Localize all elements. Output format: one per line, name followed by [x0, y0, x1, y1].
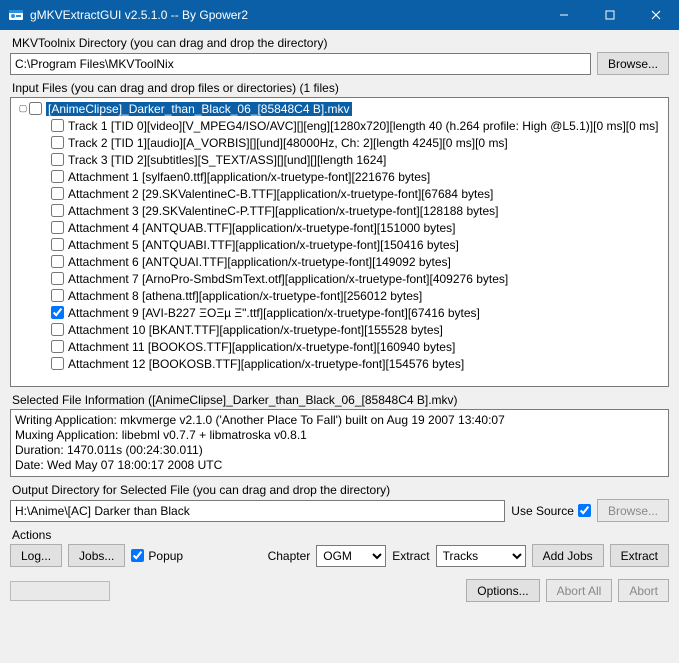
- tree-item-label: Track 3 [TID 2][subtitles][S_TEXT/ASS][]…: [68, 153, 386, 167]
- mkvtoolnix-path-input[interactable]: [10, 53, 591, 75]
- chapter-label: Chapter: [268, 549, 311, 563]
- app-icon: [8, 7, 24, 23]
- input-files-group: Input Files (you can drag and drop files…: [10, 81, 669, 387]
- log-button[interactable]: Log...: [10, 544, 62, 567]
- tree-item-checkbox[interactable]: [51, 153, 64, 166]
- tree-item-label: Track 1 [TID 0][video][V_MPEG4/ISO/AVC][…: [68, 119, 658, 133]
- use-source-checkbox[interactable]: [578, 504, 591, 517]
- mkvtoolnix-label: MKVToolnix Directory (you can drag and d…: [10, 36, 669, 50]
- use-source-checkbox-label[interactable]: Use Source: [511, 504, 591, 518]
- tree-item[interactable]: Attachment 3 [29.SKValentineC-P.TTF][app…: [15, 202, 668, 219]
- tree-item-checkbox[interactable]: [51, 357, 64, 370]
- tree-item-label: Attachment 2 [29.SKValentineC-B.TTF][app…: [68, 187, 493, 201]
- tree-item[interactable]: Track 1 [TID 0][video][V_MPEG4/ISO/AVC][…: [15, 117, 668, 134]
- tree-item-label: Attachment 9 [AVI-B227 ΞΟΞµ Ξ".ttf][appl…: [68, 306, 480, 320]
- tree-item-checkbox[interactable]: [51, 255, 64, 268]
- tree-root-node[interactable]: ▢ [AnimeClipse]_Darker_than_Black_06_[85…: [15, 100, 668, 117]
- popup-checkbox-label[interactable]: Popup: [131, 549, 183, 563]
- tree-item-checkbox[interactable]: [51, 289, 64, 302]
- input-tree[interactable]: ▢ [AnimeClipse]_Darker_than_Black_06_[85…: [10, 97, 669, 387]
- abort-all-button[interactable]: Abort All: [546, 579, 613, 602]
- tree-item[interactable]: Attachment 9 [AVI-B227 ΞΟΞµ Ξ".ttf][appl…: [15, 304, 668, 321]
- tree-item-label: Attachment 8 [athena.ttf][application/x-…: [68, 289, 422, 303]
- file-info-line: Date: Wed May 07 18:00:17 2008 UTC: [15, 458, 664, 473]
- tree-root-label[interactable]: [AnimeClipse]_Darker_than_Black_06_[8584…: [46, 102, 352, 116]
- file-info-box: Writing Application: mkvmerge v2.1.0 ('A…: [10, 409, 669, 477]
- maximize-button[interactable]: [587, 0, 633, 30]
- tree-item[interactable]: Attachment 5 [ANTQUABI.TTF][application/…: [15, 236, 668, 253]
- collapse-icon[interactable]: ▢: [17, 103, 29, 114]
- tree-item[interactable]: Track 3 [TID 2][subtitles][S_TEXT/ASS][]…: [15, 151, 668, 168]
- tree-item[interactable]: Attachment 4 [ANTQUAB.TTF][application/x…: [15, 219, 668, 236]
- tree-item-label: Attachment 5 [ANTQUABI.TTF][application/…: [68, 238, 459, 252]
- close-button[interactable]: [633, 0, 679, 30]
- tree-item[interactable]: Attachment 8 [athena.ttf][application/x-…: [15, 287, 668, 304]
- tree-item[interactable]: Track 2 [TID 1][audio][A_VORBIS][][und][…: [15, 134, 668, 151]
- status-bar: Options... Abort All Abort: [0, 573, 679, 608]
- file-info-line: Muxing Application: libebml v0.7.7 + lib…: [15, 428, 664, 443]
- tree-item-checkbox[interactable]: [51, 170, 64, 183]
- tree-item-label: Attachment 7 [ArnoPro-SmbdSmText.otf][ap…: [68, 272, 508, 286]
- output-group: Output Directory for Selected File (you …: [10, 483, 669, 522]
- tree-item-label: Attachment 10 [BKANT.TTF][application/x-…: [68, 323, 443, 337]
- tree-item-checkbox[interactable]: [51, 306, 64, 319]
- add-jobs-button[interactable]: Add Jobs: [532, 544, 604, 567]
- tree-item-checkbox[interactable]: [51, 323, 64, 336]
- output-browse-button[interactable]: Browse...: [597, 499, 669, 522]
- tree-item-label: Attachment 6 [ANTQUAI.TTF][application/x…: [68, 255, 451, 269]
- tree-item-label: Attachment 3 [29.SKValentineC-P.TTF][app…: [68, 204, 498, 218]
- jobs-button[interactable]: Jobs...: [68, 544, 125, 567]
- file-info-line: Duration: 1470.011s (00:24:30.011): [15, 443, 664, 458]
- output-path-input[interactable]: [10, 500, 505, 522]
- tree-item[interactable]: Attachment 11 [BOOKOS.TTF][application/x…: [15, 338, 668, 355]
- output-label: Output Directory for Selected File (you …: [10, 483, 669, 497]
- tree-item-checkbox[interactable]: [51, 221, 64, 234]
- extract-label: Extract: [392, 549, 429, 563]
- tree-item-checkbox[interactable]: [51, 187, 64, 200]
- tree-root-checkbox[interactable]: [29, 102, 42, 115]
- file-info-label: Selected File Information ([AnimeClipse]…: [10, 393, 669, 407]
- tree-item-checkbox[interactable]: [51, 272, 64, 285]
- file-info-line: Writing Application: mkvmerge v2.1.0 ('A…: [15, 413, 664, 428]
- tree-item[interactable]: Attachment 10 [BKANT.TTF][application/x-…: [15, 321, 668, 338]
- tree-item-checkbox[interactable]: [51, 340, 64, 353]
- titlebar: gMKVExtractGUI v2.5.1.0 -- By Gpower2: [0, 0, 679, 30]
- extract-button[interactable]: Extract: [610, 544, 669, 567]
- tree-item-checkbox[interactable]: [51, 136, 64, 149]
- abort-button[interactable]: Abort: [618, 579, 669, 602]
- actions-label: Actions: [10, 528, 669, 542]
- tree-item[interactable]: Attachment 12 [BOOKOSB.TTF][application/…: [15, 355, 668, 372]
- file-info-group: Selected File Information ([AnimeClipse]…: [10, 393, 669, 477]
- tree-item-checkbox[interactable]: [51, 119, 64, 132]
- tree-item-label: Attachment 12 [BOOKOSB.TTF][application/…: [68, 357, 464, 371]
- tree-item[interactable]: Attachment 6 [ANTQUAI.TTF][application/x…: [15, 253, 668, 270]
- tree-item-checkbox[interactable]: [51, 238, 64, 251]
- popup-checkbox[interactable]: [131, 549, 144, 562]
- tree-item[interactable]: Attachment 1 [sylfaen0.ttf][application/…: [15, 168, 668, 185]
- input-files-label: Input Files (you can drag and drop files…: [10, 81, 669, 95]
- tree-item-label: Track 2 [TID 1][audio][A_VORBIS][][und][…: [68, 136, 508, 150]
- progress-bar: [10, 581, 110, 601]
- extract-select[interactable]: Tracks: [436, 545, 526, 567]
- mkvtoolnix-browse-button[interactable]: Browse...: [597, 52, 669, 75]
- mkvtoolnix-group: MKVToolnix Directory (you can drag and d…: [10, 36, 669, 75]
- options-button[interactable]: Options...: [466, 579, 539, 602]
- tree-item[interactable]: Attachment 2 [29.SKValentineC-B.TTF][app…: [15, 185, 668, 202]
- tree-item[interactable]: Attachment 7 [ArnoPro-SmbdSmText.otf][ap…: [15, 270, 668, 287]
- window-title: gMKVExtractGUI v2.5.1.0 -- By Gpower2: [30, 8, 541, 22]
- tree-item-label: Attachment 1 [sylfaen0.ttf][application/…: [68, 170, 430, 184]
- actions-group: Actions Log... Jobs... Popup Chapter OGM…: [10, 528, 669, 567]
- minimize-button[interactable]: [541, 0, 587, 30]
- tree-item-checkbox[interactable]: [51, 204, 64, 217]
- tree-item-label: Attachment 11 [BOOKOS.TTF][application/x…: [68, 340, 455, 354]
- chapter-select[interactable]: OGM: [316, 545, 386, 567]
- tree-item-label: Attachment 4 [ANTQUAB.TTF][application/x…: [68, 221, 456, 235]
